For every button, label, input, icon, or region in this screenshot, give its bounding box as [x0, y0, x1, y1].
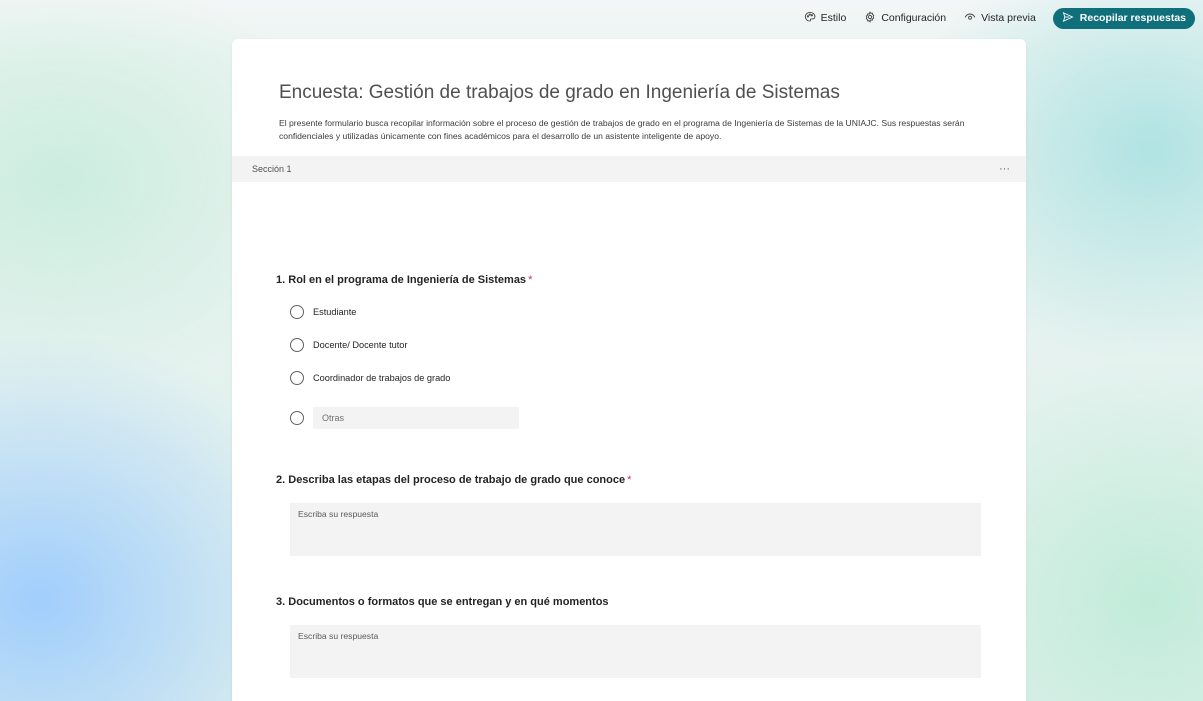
form-card: Encuesta: Gestión de trabajos de grado e…	[232, 39, 1026, 701]
palette-icon	[804, 11, 816, 26]
collect-responses-label: Recopilar respuestas	[1079, 12, 1186, 24]
question-3-answer-field[interactable]	[290, 625, 981, 678]
option-label: Docente/ Docente tutor	[313, 340, 408, 350]
gear-icon	[864, 10, 876, 26]
question-2: 2. Describa las etapas del proceso de tr…	[276, 474, 631, 486]
collect-responses-button[interactable]: Recopilar respuestas	[1052, 7, 1195, 29]
form-description[interactable]: El presente formulario busca recopilar i…	[279, 117, 999, 143]
question-3-text: Documentos o formatos que se entregan y …	[288, 596, 609, 608]
question-2-answer-field[interactable]	[290, 503, 981, 556]
settings-button[interactable]: Configuración	[855, 7, 955, 29]
radio-button[interactable]	[290, 371, 304, 385]
required-mark: *	[528, 274, 533, 286]
option-coordinador[interactable]: Coordinador de trabajos de grado	[290, 371, 450, 385]
send-icon	[1062, 11, 1074, 26]
question-2-title: 2. Describa las etapas del proceso de tr…	[276, 474, 631, 486]
radio-button[interactable]	[290, 338, 304, 352]
radio-button[interactable]	[290, 305, 304, 319]
option-label: Coordinador de trabajos de grado	[313, 373, 451, 383]
option-estudiante[interactable]: Estudiante	[290, 305, 356, 319]
question-1: 1. Rol en el programa de Ingeniería de S…	[276, 274, 532, 286]
question-1-title: 1. Rol en el programa de Ingeniería de S…	[276, 274, 532, 286]
option-label: Estudiante	[313, 307, 357, 317]
question-1-number: 1.	[276, 274, 286, 286]
form-title[interactable]: Encuesta: Gestión de trabajos de grado e…	[279, 82, 840, 104]
question-3-title: 3. Documentos o formatos que se entregan…	[276, 596, 609, 608]
eye-icon	[964, 11, 976, 26]
other-option-input[interactable]	[313, 407, 519, 429]
settings-label: Configuración	[881, 12, 947, 24]
option-other[interactable]	[290, 407, 519, 429]
option-docente[interactable]: Docente/ Docente tutor	[290, 338, 407, 352]
section-label: Sección 1	[252, 164, 292, 174]
top-toolbar: Estilo Configuración Vista previa Recopi…	[0, 0, 1203, 36]
question-3-number: 3.	[276, 596, 286, 608]
style-label: Estilo	[820, 12, 847, 24]
question-3: 3. Documentos o formatos que se entregan…	[276, 596, 609, 608]
section-header: Sección 1 ···	[232, 156, 1026, 182]
more-options-icon[interactable]: ···	[999, 163, 1010, 175]
preview-button[interactable]: Vista previa	[955, 7, 1045, 29]
style-button[interactable]: Estilo	[795, 7, 856, 29]
radio-button[interactable]	[290, 411, 304, 425]
question-2-text: Describa las etapas del proceso de traba…	[288, 474, 626, 486]
preview-label: Vista previa	[981, 12, 1036, 24]
required-mark: *	[627, 474, 632, 486]
question-1-text: Rol en el programa de Ingeniería de Sist…	[288, 274, 527, 286]
question-2-number: 2.	[276, 474, 286, 486]
